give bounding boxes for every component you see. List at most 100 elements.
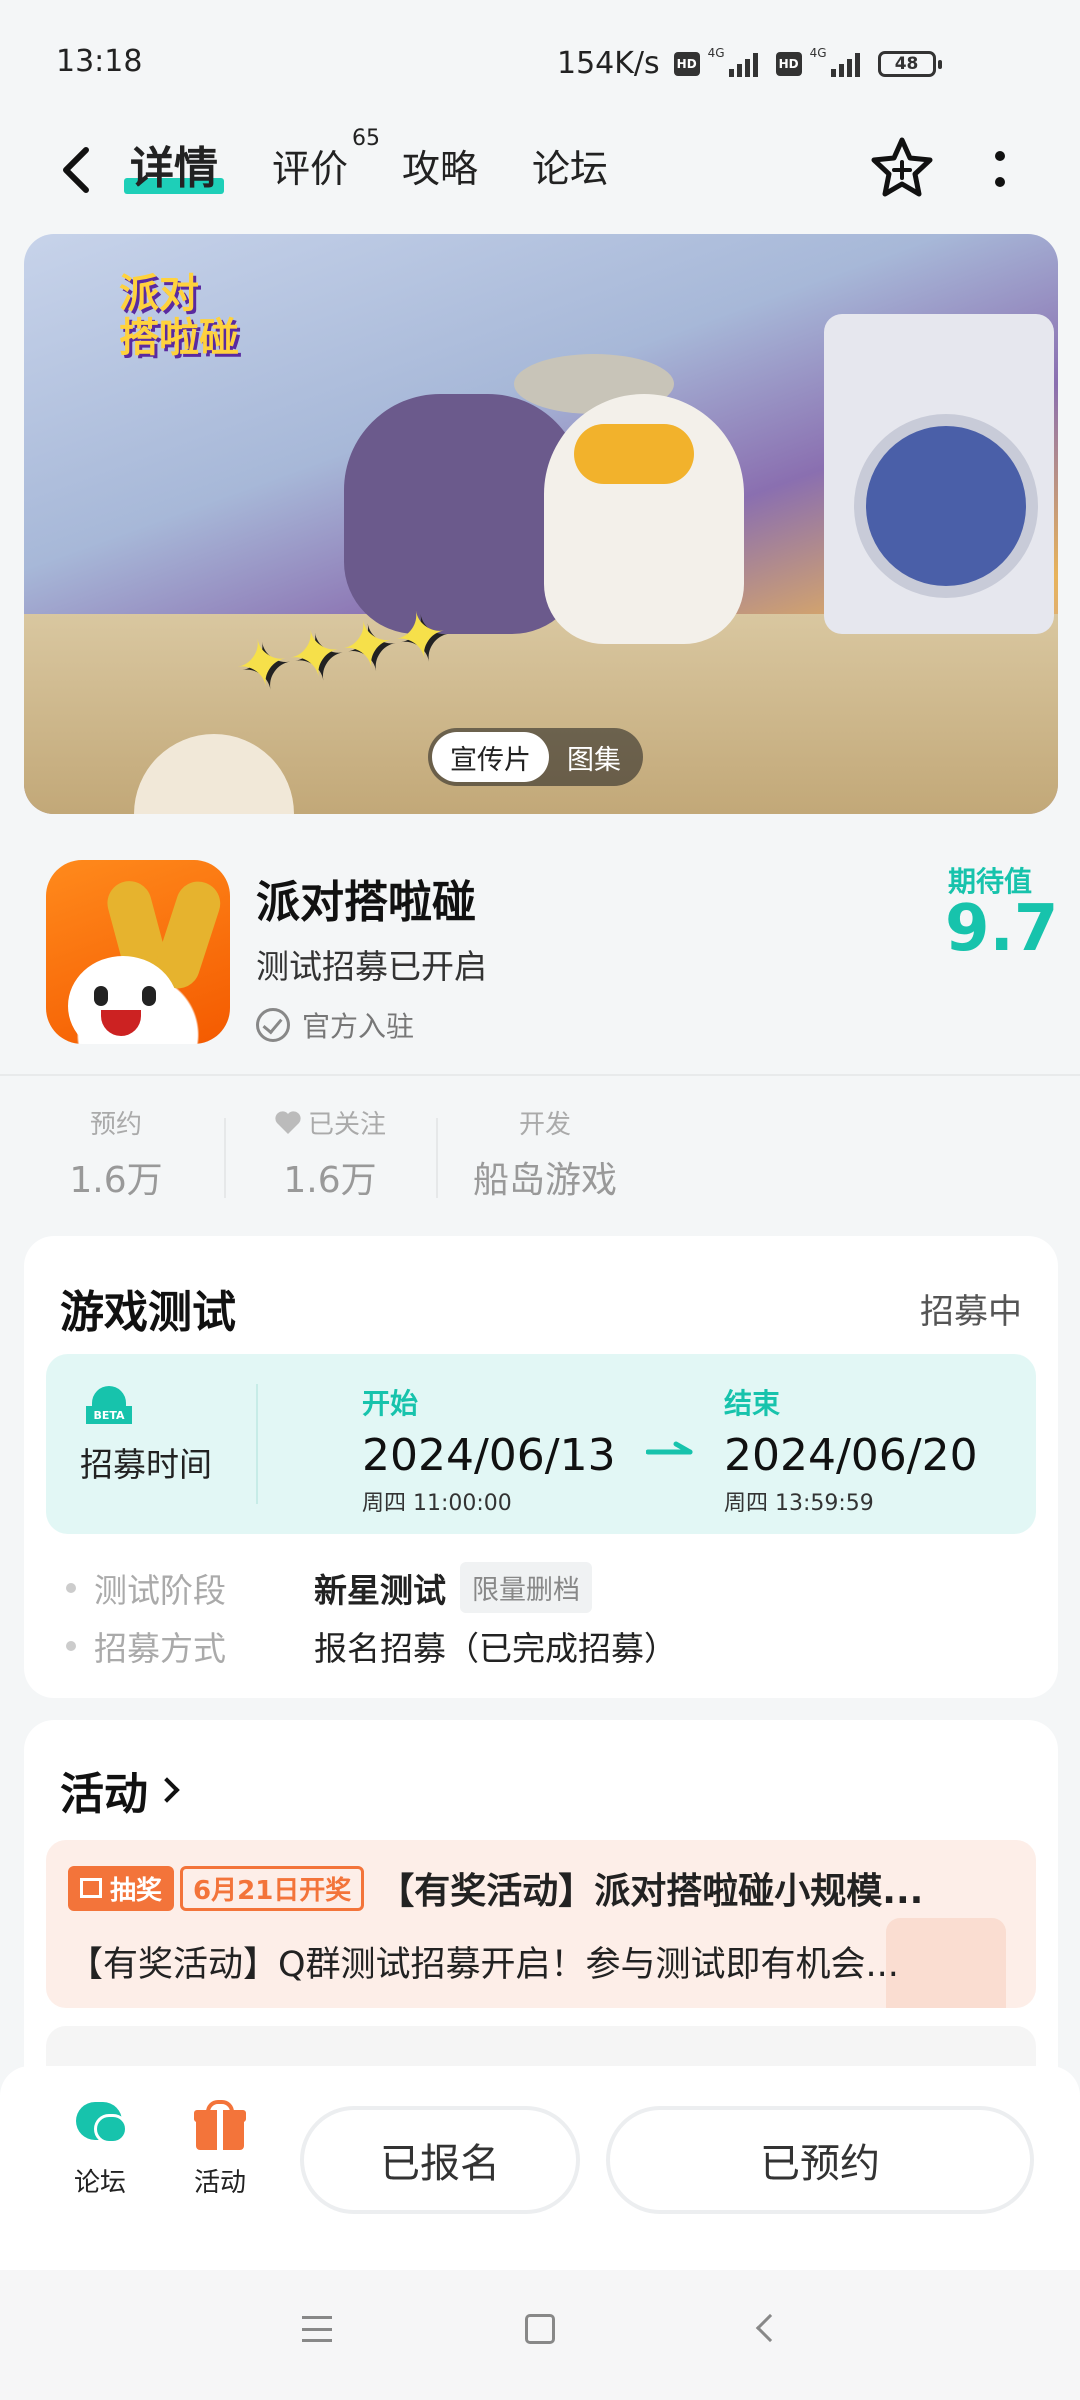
banner-logo-line2: 搭啦碰 <box>119 315 239 361</box>
app-name: 派对搭啦碰 <box>256 877 476 928</box>
start-date: 2024/06/13 <box>362 1430 616 1481</box>
app-icon <box>46 860 230 1044</box>
recruit-method-key: 招募方式 <box>94 1629 226 1668</box>
forum-button[interactable]: 论坛 <box>50 2100 150 2199</box>
verified-check-icon <box>256 1008 290 1042</box>
activity-button[interactable]: 活动 <box>170 2100 270 2199</box>
test-stage-tag: 限量删档 <box>460 1562 592 1613</box>
tab-forum[interactable]: 论坛 <box>532 138 608 193</box>
test-status: 招募中 <box>920 1292 1022 1332</box>
stat-reservations-label: 预约 <box>89 1110 142 1140</box>
banner-game-logo: 派对 搭啦碰 <box>119 272 239 360</box>
stat-developer-value: 船岛游戏 <box>472 1160 617 1201</box>
top-nav: 详情 评价 65 攻略 论坛 <box>0 120 1080 220</box>
gift-icon <box>80 1878 102 1898</box>
activity-card: 活动 抽奖 6月21日开奖 【有奖活动】派对搭啦碰小规模... 【有奖活动】Q群… <box>24 1720 1058 2120</box>
bottom-action-bar: 论坛 活动 已报名 已预约 <box>0 2066 1080 2270</box>
start-time: 周四 11:00:00 <box>362 1491 512 1516</box>
banner-duck <box>544 394 744 644</box>
test-stage-key: 测试阶段 <box>94 1570 226 1610</box>
banner-logo-line1: 派对 <box>119 271 199 317</box>
forum-label: 论坛 <box>73 2168 126 2198</box>
status-bar: 13:18 154K/s HD 4G HD 4G 48 <box>0 0 1080 120</box>
arrow-right-icon <box>646 1441 693 1455</box>
bullet-dot <box>66 1582 76 1593</box>
game-banner[interactable]: ✦✦✦✦ 派对 搭啦碰 宣传片 图集 <box>24 234 1058 814</box>
lottery-badge: 抽奖 <box>68 1865 175 1911</box>
activity-label: 活动 <box>193 2168 246 2198</box>
test-title: 游戏测试 <box>60 1287 236 1338</box>
activity-description: 【有奖活动】Q群测试招募开启！参与测试即有机会... <box>68 1945 899 1985</box>
home-icon[interactable] <box>525 2314 555 2344</box>
toggle-gallery[interactable]: 图集 <box>549 732 639 782</box>
stat-reservations: 预约 1.6万 <box>66 1104 166 1203</box>
media-toggle: 宣传片 图集 <box>428 728 643 786</box>
stat-developer[interactable]: 开发 船岛游戏 <box>460 1104 630 1203</box>
reserved-button[interactable]: 已预约 <box>606 2106 1034 2214</box>
chevron-right-icon <box>154 1777 180 1803</box>
status-time: 13:18 <box>56 44 143 79</box>
back-icon[interactable] <box>755 2313 785 2343</box>
hd-icon: HD <box>673 51 700 76</box>
signal-icon <box>728 51 758 77</box>
stat-separator <box>224 1118 226 1198</box>
recruit-method-row: 招募方式 报名招募（已完成招募） <box>66 1622 677 1670</box>
stat-followers[interactable]: 已关注 1.6万 <box>260 1104 400 1203</box>
tab-guides-label: 攻略 <box>402 147 479 191</box>
official-badge: 官方入驻 <box>256 1005 414 1045</box>
vertical-dots-icon[interactable] <box>990 144 1010 194</box>
start-label: 开始 <box>362 1387 419 1420</box>
app-icon-eye-left <box>94 986 108 1006</box>
recruit-method-value: 报名招募（已完成招募） <box>314 1629 677 1668</box>
reviews-count: 65 <box>352 126 381 151</box>
menu-icon[interactable] <box>302 2316 332 2342</box>
stat-separator-2 <box>436 1118 438 1198</box>
test-stage-value: 新星测试 <box>314 1570 446 1610</box>
bullet-dot <box>66 1641 76 1651</box>
start-column: 开始 2024/06/13 周四 11:00:00 <box>362 1382 616 1517</box>
expect-score: 9.7 <box>945 892 1059 966</box>
banner-washer <box>824 314 1054 634</box>
star-plus-icon[interactable] <box>868 134 936 202</box>
beta-badge: BETA <box>86 1406 132 1424</box>
4g-label: 4G <box>707 46 725 60</box>
stat-followers-label-row: 已关注 <box>260 1104 400 1141</box>
tab-details-label: 详情 <box>130 143 218 194</box>
end-time: 周四 13:59:59 <box>724 1491 874 1516</box>
tab-details[interactable]: 详情 <box>124 132 224 196</box>
recruit-time-label: 招募时间 <box>80 1445 212 1484</box>
battery-icon: 48 <box>877 50 942 77</box>
status-icons: 154K/s HD 4G HD 4G 48 <box>557 46 942 81</box>
network-speed: 154K/s <box>557 46 660 81</box>
game-test-card: 游戏测试 招募中 BETA 招募时间 开始 2024/06/13 周四 11:0… <box>24 1236 1058 1698</box>
recruit-time-box: BETA 招募时间 开始 2024/06/13 周四 11:00:00 结束 2… <box>46 1354 1036 1534</box>
back-arrow-icon[interactable] <box>56 140 96 200</box>
toggle-video[interactable]: 宣传片 <box>432 732 549 782</box>
official-label: 官方入驻 <box>302 1010 415 1043</box>
app-icon-eye-right <box>142 986 156 1006</box>
stat-followers-value: 1.6万 <box>283 1160 377 1201</box>
signed-up-button[interactable]: 已报名 <box>300 2106 580 2214</box>
hd-icon-2: HD <box>775 51 802 76</box>
gift-watermark-icon <box>886 1918 1006 2008</box>
beta-icon: BETA <box>86 1382 132 1424</box>
activity-headline: 【有奖活动】派对搭啦碰小规模... <box>378 1871 924 1912</box>
stat-followers-label: 已关注 <box>307 1110 386 1140</box>
activity-item[interactable]: 抽奖 6月21日开奖 【有奖活动】派对搭啦碰小规模... 【有奖活动】Q群测试招… <box>46 1840 1036 2008</box>
end-column: 结束 2024/06/20 周四 13:59:59 <box>724 1382 978 1517</box>
recruit-separator <box>256 1384 258 1504</box>
stat-developer-label: 开发 <box>518 1110 571 1140</box>
test-stage-row: 测试阶段 新星测试 限量删档 <box>66 1562 592 1613</box>
tab-reviews[interactable]: 评价 65 <box>272 126 380 193</box>
system-nav-bar <box>0 2270 1080 2400</box>
end-label: 结束 <box>724 1387 781 1420</box>
chat-bubble-icon <box>72 2100 128 2152</box>
section-divider <box>0 1074 1080 1076</box>
gift-icon <box>194 2100 246 2152</box>
signal-icon-2 <box>830 51 860 77</box>
activity-item-header: 抽奖 6月21日开奖 【有奖活动】派对搭啦碰小规模... <box>68 1862 923 1914</box>
end-date: 2024/06/20 <box>724 1430 978 1481</box>
tab-guides[interactable]: 攻略 <box>402 138 478 193</box>
activity-title-link[interactable]: 活动 <box>60 1758 180 1822</box>
tab-forum-label: 论坛 <box>532 147 609 191</box>
